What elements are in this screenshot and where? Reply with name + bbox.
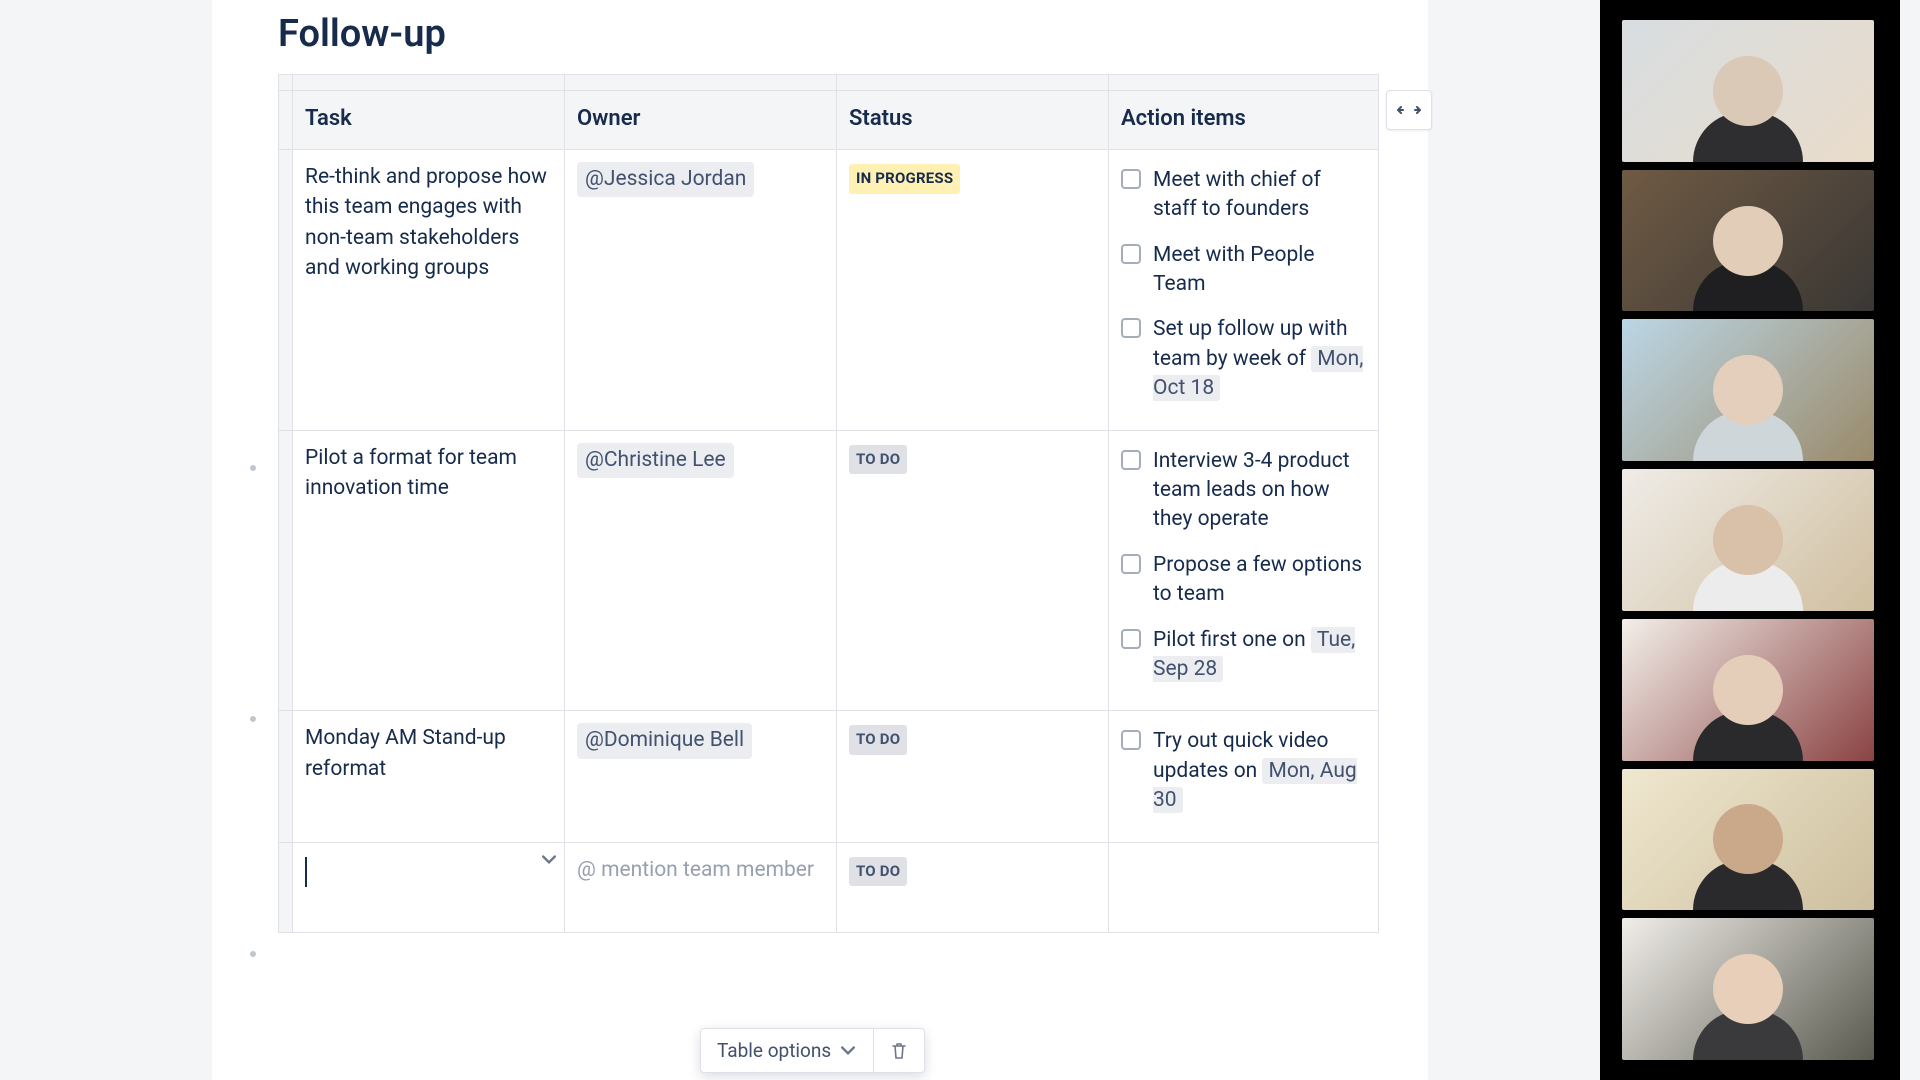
table-row[interactable]: Pilot a format for team innovation time …	[279, 430, 1379, 711]
video-tile[interactable]	[1622, 319, 1874, 461]
list-item[interactable]: Set up follow up with team by week of Mo…	[1121, 311, 1366, 415]
status-cell[interactable]: TO DO	[837, 711, 1109, 842]
action-items-cell[interactable]	[1109, 842, 1379, 932]
owner-cell[interactable]: @Jessica Jordan	[565, 149, 837, 430]
table-row[interactable]: Monday AM Stand-up reformat @Dominique B…	[279, 711, 1379, 842]
task-cell[interactable]: Re-think and propose how this team engag…	[293, 149, 565, 430]
owner-mention[interactable]: @Jessica Jordan	[577, 162, 754, 197]
checkbox-icon[interactable]	[1121, 318, 1141, 338]
table-toolbar: Table options	[700, 1028, 925, 1073]
owner-mention[interactable]: @Christine Lee	[577, 443, 734, 478]
text-cursor-icon	[305, 857, 307, 887]
status-badge[interactable]: TO DO	[849, 725, 907, 755]
col-header-task[interactable]: Task	[293, 91, 565, 150]
action-items-cell[interactable]: Meet with chief of staff to founders Mee…	[1109, 149, 1379, 430]
owner-cell[interactable]: @Dominique Bell	[565, 711, 837, 842]
video-tile[interactable]	[1622, 769, 1874, 911]
status-badge[interactable]: TO DO	[849, 857, 907, 887]
document-panel: Follow-up Task Owner Status Action items	[212, 0, 1428, 1080]
task-cell[interactable]: Monday AM Stand-up reformat	[293, 711, 565, 842]
status-cell[interactable]: TO DO	[837, 430, 1109, 711]
status-cell[interactable]: TO DO	[837, 842, 1109, 932]
status-cell[interactable]: IN PROGRESS	[837, 149, 1109, 430]
status-badge[interactable]: IN PROGRESS	[849, 164, 960, 194]
list-item[interactable]: Pilot first one on Tue, Sep 28	[1121, 622, 1366, 697]
owner-cell[interactable]: @Christine Lee	[565, 430, 837, 711]
list-item[interactable]: Meet with People Team	[1121, 237, 1366, 312]
action-items-cell[interactable]: Interview 3-4 product team leads on how …	[1109, 430, 1379, 711]
list-item[interactable]: Propose a few options to team	[1121, 547, 1366, 622]
checkbox-icon[interactable]	[1121, 169, 1141, 189]
task-input-cell[interactable]	[293, 842, 565, 932]
owner-mention[interactable]: @Dominique Bell	[577, 723, 752, 758]
col-header-items[interactable]: Action items	[1109, 91, 1379, 150]
delete-table-button[interactable]	[874, 1029, 924, 1072]
checkbox-icon[interactable]	[1121, 629, 1141, 649]
table-options-button[interactable]: Table options	[701, 1029, 873, 1072]
col-header-owner[interactable]: Owner	[565, 91, 837, 150]
table-row[interactable]: Re-think and propose how this team engag…	[279, 149, 1379, 430]
video-tile[interactable]	[1622, 20, 1874, 162]
chevron-down-icon	[839, 1042, 857, 1060]
bullet-icon	[250, 465, 256, 471]
bullet-icon	[250, 716, 256, 722]
followup-table: Task Owner Status Action items Re-think …	[278, 74, 1379, 933]
video-tile[interactable]	[1622, 170, 1874, 312]
checkbox-icon[interactable]	[1121, 244, 1141, 264]
bullet-icon	[250, 951, 256, 957]
action-items-cell[interactable]: Try out quick video updates on Mon, Aug …	[1109, 711, 1379, 842]
table-options-label: Table options	[717, 1039, 831, 1062]
video-tile[interactable]	[1622, 469, 1874, 611]
owner-cell[interactable]: @ mention team member	[565, 842, 837, 932]
list-item[interactable]: Meet with chief of staff to founders	[1121, 162, 1366, 237]
page-title: Follow-up	[278, 0, 1416, 74]
list-item[interactable]: Interview 3-4 product team leads on how …	[1121, 443, 1366, 547]
video-tile[interactable]	[1622, 918, 1874, 1060]
video-tile[interactable]	[1622, 619, 1874, 761]
video-call-sidebar	[1600, 0, 1900, 1080]
trash-icon	[890, 1042, 908, 1060]
status-badge[interactable]: TO DO	[849, 445, 907, 475]
expand-horizontal-icon	[1397, 102, 1421, 118]
list-item[interactable]: Try out quick video updates on Mon, Aug …	[1121, 723, 1366, 827]
expand-table-button[interactable]	[1386, 90, 1432, 130]
table-row-empty[interactable]: @ mention team member TO DO	[279, 842, 1379, 932]
action-text: Pilot first one on	[1153, 628, 1311, 652]
task-cell[interactable]: Pilot a format for team innovation time	[293, 430, 565, 711]
checkbox-icon[interactable]	[1121, 730, 1141, 750]
owner-placeholder: @ mention team member	[577, 858, 814, 882]
checkbox-icon[interactable]	[1121, 450, 1141, 470]
chevron-down-icon[interactable]	[540, 851, 558, 869]
col-header-status[interactable]: Status	[837, 91, 1109, 150]
checkbox-icon[interactable]	[1121, 554, 1141, 574]
